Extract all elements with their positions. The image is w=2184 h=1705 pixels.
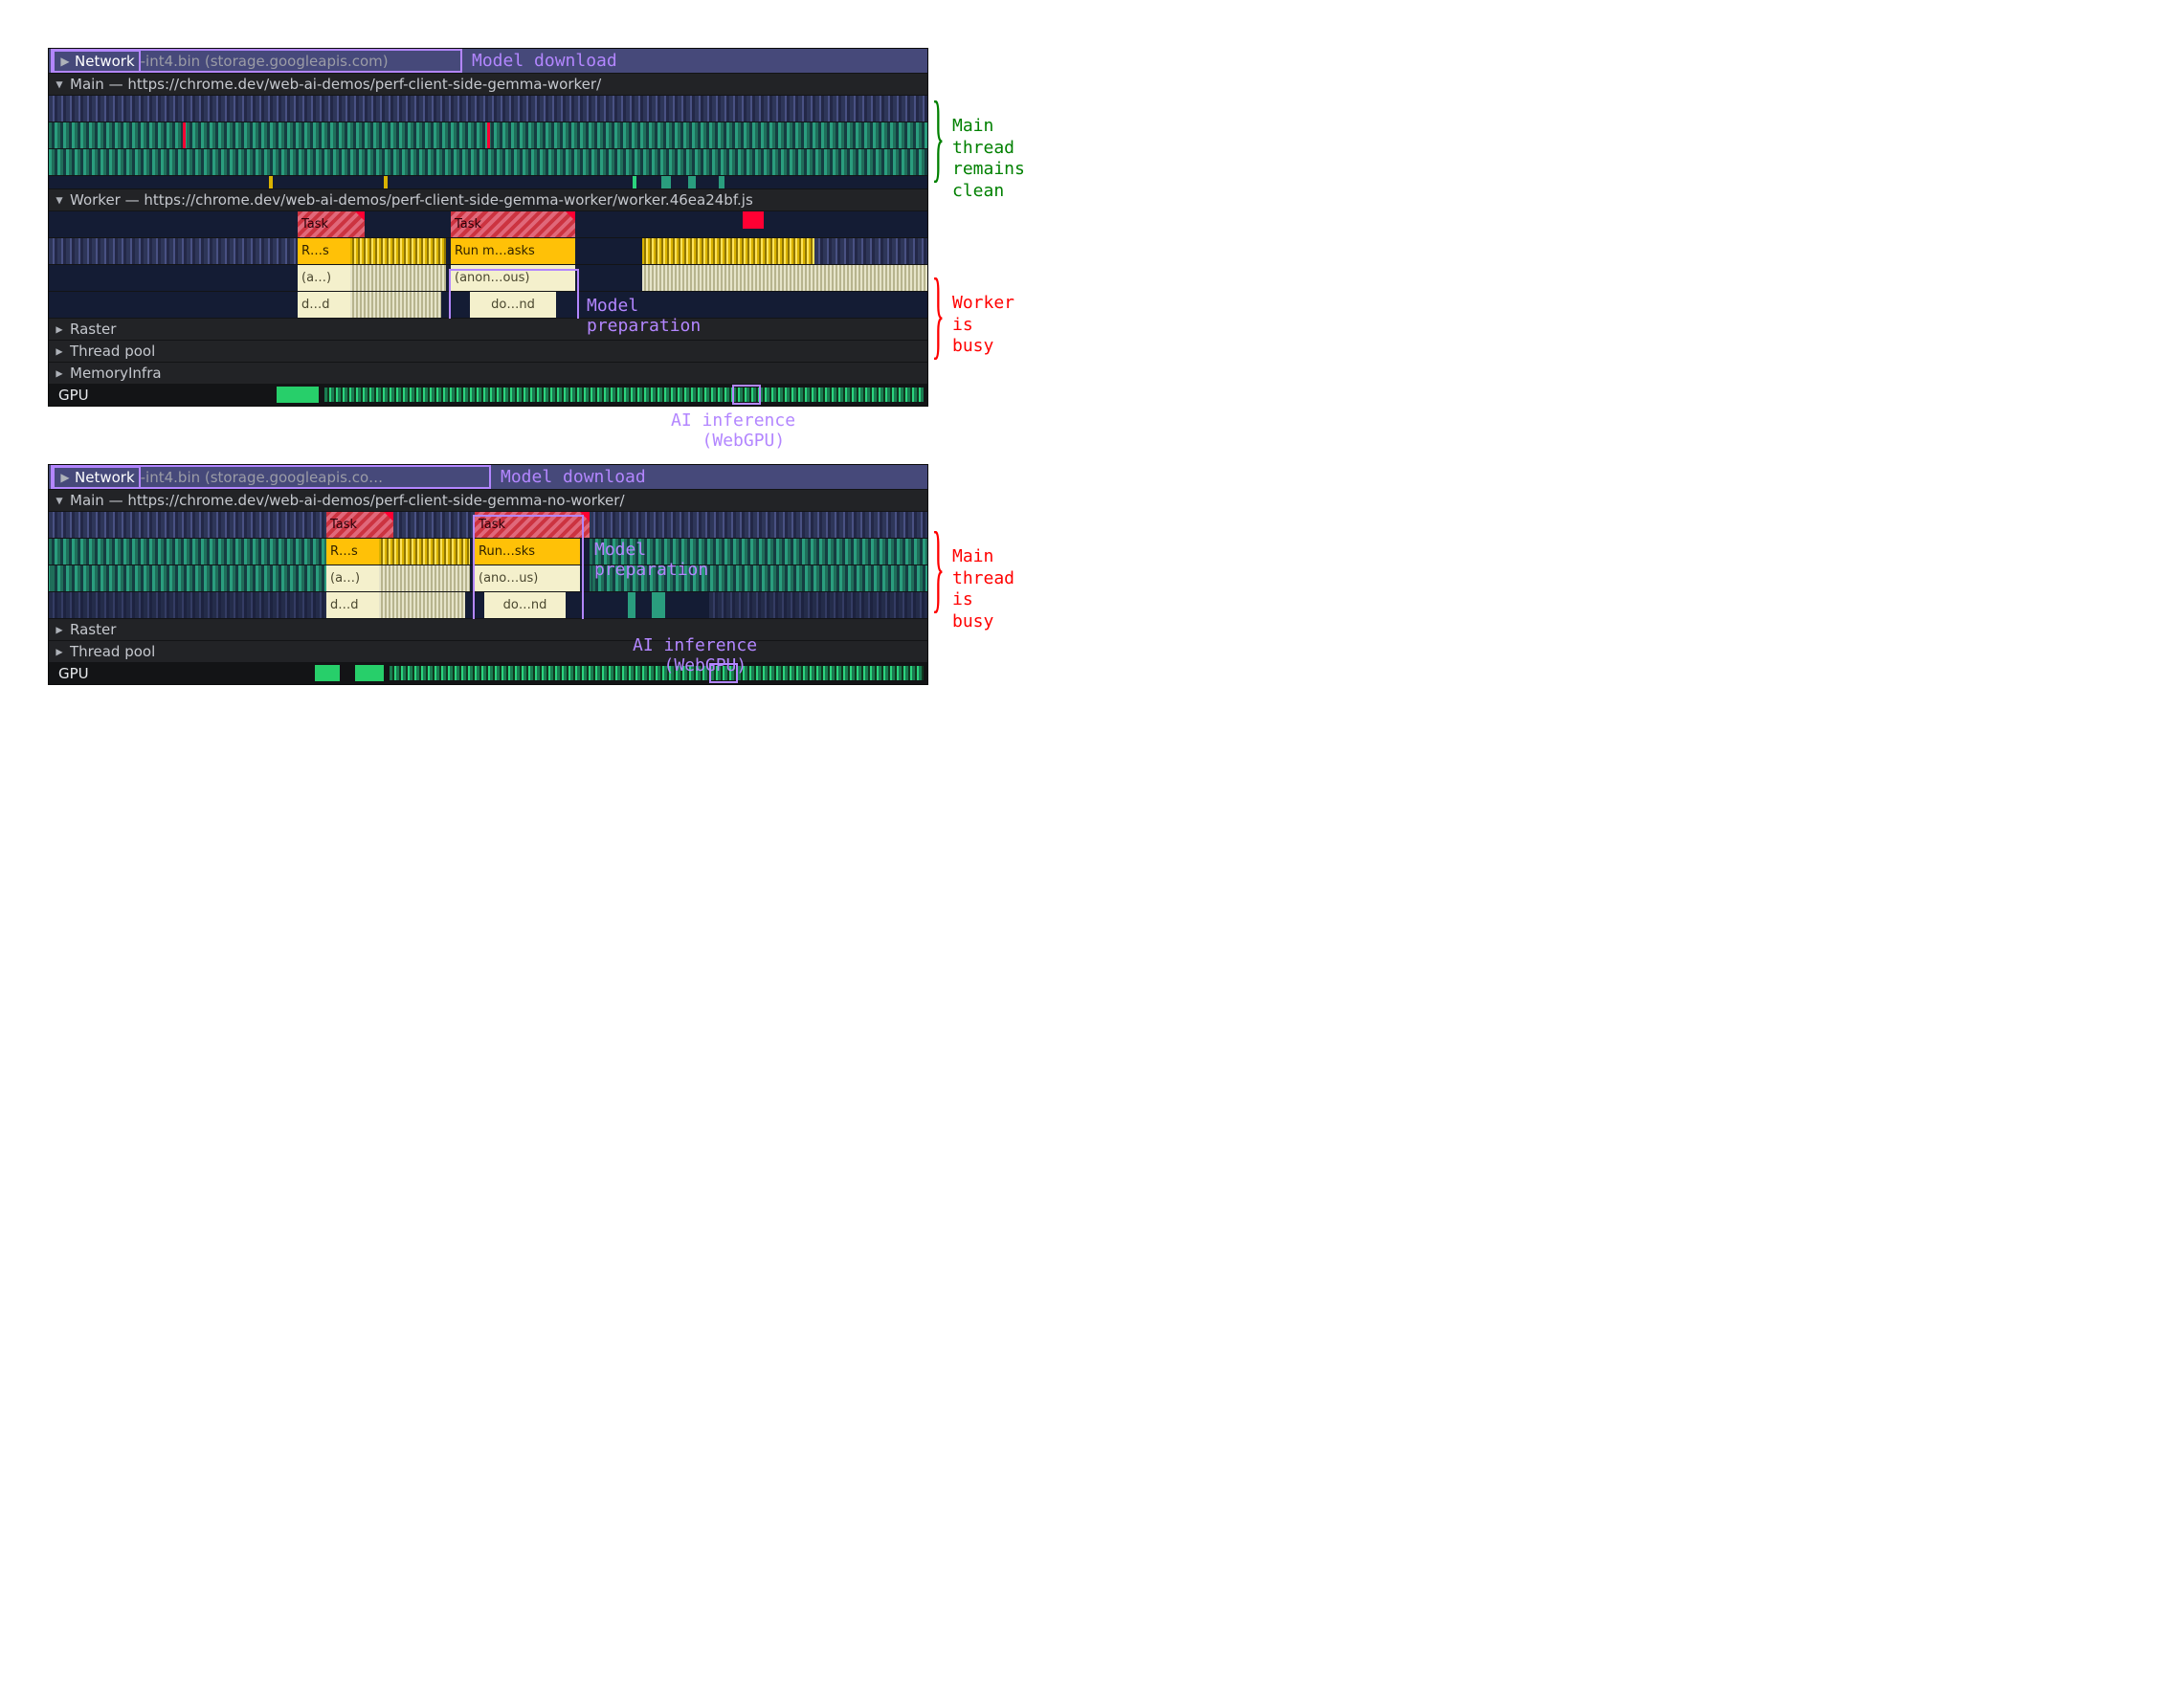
threadpool-label: Thread pool: [70, 643, 155, 660]
gpu-track[interactable]: GPU: [49, 385, 927, 406]
gpu-activity-stripes[interactable]: [324, 388, 924, 402]
run-block[interactable]: Run m…asks: [451, 238, 575, 264]
task-block[interactable]: Task: [326, 512, 393, 538]
gpu-track[interactable]: GPU: [49, 663, 927, 684]
worker-track-header[interactable]: ▼ Worker — https://chrome.dev/web-ai-dem…: [49, 189, 927, 211]
threadpool-track[interactable]: ▶ Thread pool: [49, 641, 927, 663]
memoryinfra-label: MemoryInfra: [70, 365, 162, 382]
task-block[interactable]: Task: [298, 211, 365, 237]
trace-panel-worker: ▶ Network -int4.bin (storage.googleapis.…: [48, 48, 928, 407]
do-block[interactable]: d…d: [298, 292, 350, 318]
annotation-model-prep: Modelpreparation: [587, 296, 701, 336]
main-track-header[interactable]: ▼ Main — https://chrome.dev/web-ai-demos…: [49, 490, 927, 512]
network-file: -int4.bin (storage.googleapis.co…: [141, 469, 384, 486]
raster-track[interactable]: ▶ Raster: [49, 619, 927, 641]
annotation-model-download: Model download: [472, 51, 617, 71]
task-block[interactable]: Task: [451, 211, 575, 237]
worker-track-label: Worker — https://chrome.dev/web-ai-demos…: [70, 191, 753, 209]
chevron-right-icon: ▶: [58, 471, 72, 484]
threadpool-track[interactable]: ▶ Thread pool: [49, 341, 927, 363]
chevron-right-icon: ▶: [58, 55, 72, 68]
gpu-activity[interactable]: [277, 387, 319, 403]
trace-panel-no-worker: ▶ Network -int4.bin (storage.googleapis.…: [48, 464, 928, 685]
network-file: -int4.bin (storage.googleapis.com): [141, 53, 389, 70]
main-lane-2[interactable]: [49, 149, 927, 176]
annotation-main-busy: } Main threadis busy: [948, 546, 1014, 632]
main-lane-tasks[interactable]: Task Task: [49, 512, 927, 539]
main-lane-1[interactable]: [49, 122, 927, 149]
main-lane-3[interactable]: [49, 176, 927, 189]
annotation-model-download: Model download: [501, 467, 646, 487]
raster-track[interactable]: ▶ Raster: [49, 319, 927, 341]
main-track-label: Main — https://chrome.dev/web-ai-demos/p…: [70, 76, 601, 93]
main-lane-run[interactable]: R…s Run…sks: [49, 539, 927, 565]
main-lane-do[interactable]: d…d do…nd: [49, 592, 927, 619]
worker-lane-run[interactable]: R…s Run m…asks: [49, 238, 927, 265]
chevron-right-icon: ▶: [53, 344, 66, 358]
main-track-label: Main — https://chrome.dev/web-ai-demos/p…: [70, 492, 625, 509]
chevron-down-icon: ▼: [53, 78, 66, 91]
do-block[interactable]: d…d: [326, 592, 379, 618]
anon-block[interactable]: (a…): [298, 265, 350, 291]
worker-lane-tasks[interactable]: Task Task: [49, 211, 927, 238]
anon-block[interactable]: (anon…ous): [451, 265, 575, 291]
main-lane-0[interactable]: [49, 96, 927, 122]
gpu-label: GPU: [49, 387, 89, 404]
anon-block[interactable]: (a…): [326, 565, 379, 591]
annotation-worker-busy: } Workeris busy: [948, 293, 1014, 358]
run-block[interactable]: R…s: [326, 539, 379, 565]
annotation-model-prep: Modelpreparation: [594, 540, 708, 580]
do-block[interactable]: do…nd: [470, 292, 556, 318]
gpu-label: GPU: [49, 665, 89, 682]
run-block[interactable]: Run…sks: [475, 539, 580, 565]
annotation-ai-inference: AI inference (WebGPU): [633, 635, 757, 675]
annotation-ai-inference: AI inference (WebGPU): [671, 410, 795, 451]
task-block[interactable]: Task: [475, 512, 590, 538]
raster-label: Raster: [70, 621, 116, 638]
chevron-right-icon: ▶: [53, 366, 66, 380]
anon-block[interactable]: (ano…us): [475, 565, 580, 591]
threadpool-label: Thread pool: [70, 343, 155, 360]
do-block[interactable]: do…nd: [484, 592, 566, 618]
annotation-main-clean: } Main threadremains clean: [948, 116, 1025, 202]
gpu-activity[interactable]: [315, 665, 340, 681]
run-block[interactable]: R…s: [298, 238, 350, 264]
network-label: Network: [75, 53, 135, 70]
network-track[interactable]: ▶ Network -int4.bin (storage.googleapis.…: [49, 465, 927, 490]
memoryinfra-track[interactable]: ▶ MemoryInfra: [49, 363, 927, 385]
worker-lane-anon[interactable]: (a…) (anon…ous): [49, 265, 927, 292]
chevron-down-icon: ▼: [53, 193, 66, 207]
worker-lane-do[interactable]: d…d do…nd: [49, 292, 927, 319]
chevron-right-icon: ▶: [53, 645, 66, 658]
gpu-activity[interactable]: [355, 665, 384, 681]
raster-label: Raster: [70, 321, 116, 338]
main-track-header[interactable]: ▼ Main — https://chrome.dev/web-ai-demos…: [49, 74, 927, 96]
chevron-right-icon: ▶: [53, 623, 66, 636]
chevron-down-icon: ▼: [53, 494, 66, 507]
main-lane-anon[interactable]: (a…) (ano…us): [49, 565, 927, 592]
chevron-right-icon: ▶: [53, 322, 66, 336]
network-label: Network: [75, 469, 135, 486]
